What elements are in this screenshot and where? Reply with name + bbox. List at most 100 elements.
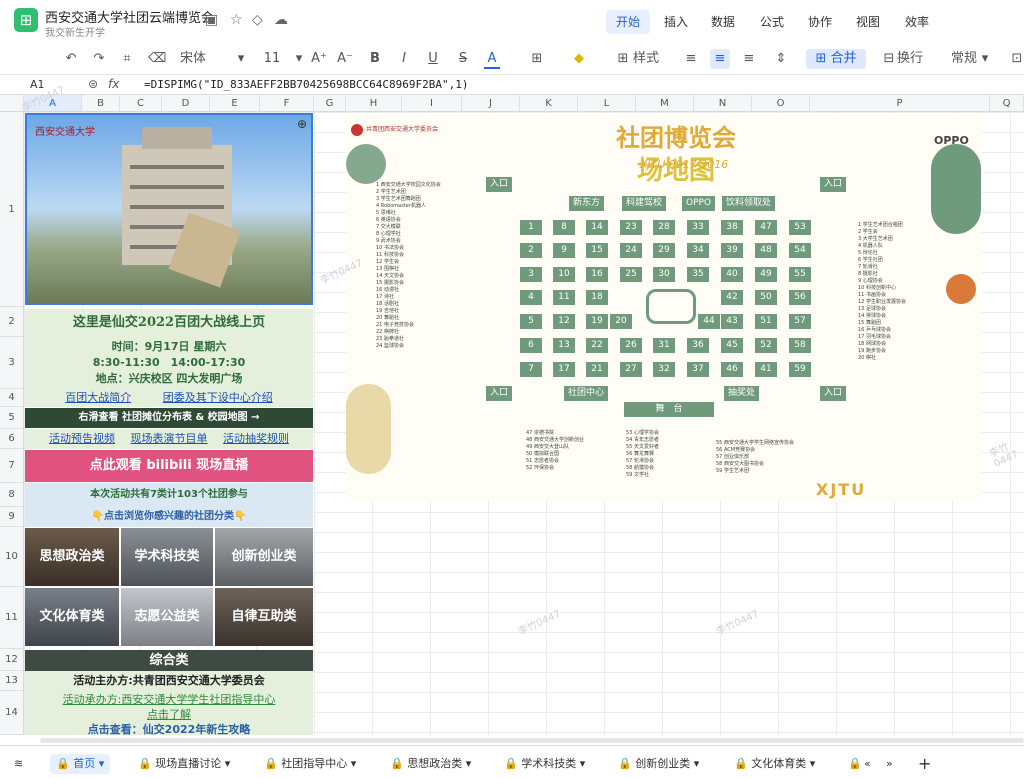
col-header-l[interactable]: L <box>578 95 636 112</box>
font-color-button[interactable]: A <box>484 49 500 69</box>
sheet-tab-live[interactable]: 🔒 现场直播讨论 ▾ <box>132 754 236 774</box>
decrease-font-icon[interactable]: A⁻ <box>336 49 354 69</box>
col-header-e[interactable]: E <box>210 95 260 112</box>
row-header-4[interactable]: 4 <box>0 389 24 407</box>
scroll-right-icon[interactable]: » <box>880 754 899 774</box>
program-link[interactable]: 现场表演节目单 <box>131 432 208 445</box>
category-tile-self-help[interactable]: 自律互助类 <box>215 588 313 646</box>
row-header-13[interactable]: 13 <box>0 671 24 691</box>
committee-link[interactable]: 团委及其下设中心介绍 <box>163 391 273 404</box>
col-header-q[interactable]: Q <box>990 95 1024 112</box>
campus-photo[interactable]: 西安交通大学 ⊕ <box>25 113 313 305</box>
category-tile-culture-sports[interactable]: 文化体育类 <box>25 588 119 646</box>
star-icon[interactable]: ☆ <box>230 12 243 28</box>
align-center-icon[interactable]: ≡ <box>710 49 730 69</box>
format-painter-icon[interactable]: ⌗ <box>118 49 136 69</box>
style-button[interactable]: 样式 <box>632 49 660 69</box>
row-header-10[interactable]: 10 <box>0 527 24 587</box>
row-header-12[interactable]: 12 <box>0 649 24 671</box>
row-header-11[interactable]: 11 <box>0 587 24 649</box>
row-header-3[interactable]: 3 <box>0 337 24 389</box>
fx-icon[interactable]: fx <box>108 77 119 91</box>
menu-insert[interactable]: 插入 <box>654 10 698 34</box>
style-icon[interactable]: ⊞ <box>614 49 632 69</box>
co-organizer-link[interactable]: 活动承办方:西安交通大学学生社团指导中心 <box>25 692 313 707</box>
row-header-9[interactable]: 9 <box>0 507 24 527</box>
category-tile-academic[interactable]: 学术科技类 <box>121 528 213 586</box>
sheet-tab-culture[interactable]: 🔒 文化体育类 ▾ <box>728 754 821 774</box>
category-tile-innovation[interactable]: 创新创业类 <box>215 528 313 586</box>
intro-link[interactable]: 百团大战简介 <box>65 391 131 404</box>
row-header-5[interactable]: 5 <box>0 407 24 429</box>
venue-map-image[interactable]: 共青团西安交通大学委员会 社团博览会 场地图 XJTU 0917 2016 OP… <box>346 114 982 501</box>
col-header-j[interactable]: J <box>462 95 520 112</box>
font-select[interactable]: 宋体 <box>180 49 240 69</box>
function-icon[interactable]: ⊜ <box>88 77 98 91</box>
folder-path[interactable]: 我交新生开学 <box>45 24 105 39</box>
col-header-f[interactable]: F <box>260 95 314 112</box>
preview-video-link[interactable]: 活动预告视频 <box>49 432 115 445</box>
category-tile-ideology[interactable]: 思想政治类 <box>25 528 119 586</box>
row-header-14[interactable]: 14 <box>0 691 24 735</box>
menu-collab[interactable]: 协作 <box>798 10 842 34</box>
col-header-c[interactable]: C <box>120 95 162 112</box>
expand-icon[interactable]: ⊕ <box>297 117 307 131</box>
font-size-select[interactable]: 11 <box>262 49 282 69</box>
italic-button[interactable]: I <box>396 49 412 69</box>
layout-icon[interactable]: ▣ <box>205 12 218 28</box>
align-right-icon[interactable]: ≡ <box>740 49 758 69</box>
bilibili-live-button[interactable]: 点此观看 bilibili 现场直播 <box>25 450 313 482</box>
vertical-align-icon[interactable]: ⇕ <box>772 49 790 69</box>
col-header-g[interactable]: G <box>314 95 346 112</box>
col-header-p[interactable]: P <box>810 95 990 112</box>
bold-button[interactable]: B <box>367 49 383 69</box>
learn-more-link[interactable]: 点击了解 <box>25 707 313 722</box>
chevron-down-icon[interactable]: ▾ <box>980 49 990 69</box>
freshman-guide-link[interactable]: 点击查看：仙交2022年新生攻略 <box>25 722 313 735</box>
fill-color-icon[interactable]: ◆ <box>570 49 588 69</box>
horizontal-scrollbar[interactable] <box>40 738 1024 743</box>
align-left-icon[interactable]: ≡ <box>682 49 700 69</box>
row-header-2[interactable]: 2 <box>0 307 24 337</box>
add-sheet-icon[interactable]: + <box>912 754 937 774</box>
sheet-tab-home[interactable]: 🔒 首页 ▾ <box>50 754 111 774</box>
chevron-down-icon[interactable]: ▾ <box>236 49 246 69</box>
underline-button[interactable]: U <box>425 49 441 69</box>
col-header-i[interactable]: I <box>402 95 462 112</box>
col-header-m[interactable]: M <box>636 95 694 112</box>
wrap-button[interactable]: 换行 <box>896 49 924 69</box>
menu-formula[interactable]: 公式 <box>750 10 794 34</box>
menu-data[interactable]: 数据 <box>701 10 745 34</box>
scroll-left-icon[interactable]: « <box>858 754 877 774</box>
tag-icon[interactable]: ◇ <box>252 12 263 28</box>
formula-input[interactable]: =DISPIMG("ID_833AEFF2BB70425698BCC64C896… <box>144 78 469 91</box>
col-header-n[interactable]: N <box>694 95 752 112</box>
sheet-tab-ideology[interactable]: 🔒 思想政治类 ▾ <box>384 754 477 774</box>
col-header-d[interactable]: D <box>162 95 210 112</box>
row-header-6[interactable]: 6 <box>0 429 24 449</box>
sheet-tab-innovation[interactable]: 🔒 创新创业类 ▾ <box>612 754 705 774</box>
cloud-sync-icon[interactable]: ☁ <box>274 12 288 28</box>
row-header-1[interactable]: 1 <box>0 112 24 307</box>
col-header-k[interactable]: K <box>520 95 578 112</box>
merge-button[interactable]: ⊞ 合并 <box>806 49 866 69</box>
category-tile-comprehensive[interactable]: 综合类 <box>25 650 313 671</box>
sheet-tab-academic[interactable]: 🔒 学术科技类 ▾ <box>498 754 591 774</box>
more-icon[interactable]: ⊡ <box>1010 49 1024 69</box>
lottery-rules-link[interactable]: 活动抽奖规则 <box>223 432 289 445</box>
increase-font-icon[interactable]: A⁺ <box>310 49 328 69</box>
clear-format-icon[interactable]: ⌫ <box>148 49 166 69</box>
menu-view[interactable]: 视图 <box>846 10 890 34</box>
row-header-7[interactable]: 7 <box>0 449 24 483</box>
border-icon[interactable]: ⊞ <box>528 49 546 69</box>
undo-icon[interactable]: ↶ <box>62 49 80 69</box>
chevron-down-icon[interactable]: ▾ <box>294 49 304 69</box>
col-header-o[interactable]: O <box>752 95 810 112</box>
number-format-select[interactable]: 常规 <box>950 49 978 69</box>
col-header-b[interactable]: B <box>82 95 120 112</box>
redo-icon[interactable]: ↷ <box>90 49 108 69</box>
menu-efficiency[interactable]: 效率 <box>895 10 939 34</box>
row-header-8[interactable]: 8 <box>0 483 24 507</box>
sheet-tab-guide-center[interactable]: 🔒 社团指导中心 ▾ <box>258 754 362 774</box>
category-tile-volunteer[interactable]: 志愿公益类 <box>121 588 213 646</box>
